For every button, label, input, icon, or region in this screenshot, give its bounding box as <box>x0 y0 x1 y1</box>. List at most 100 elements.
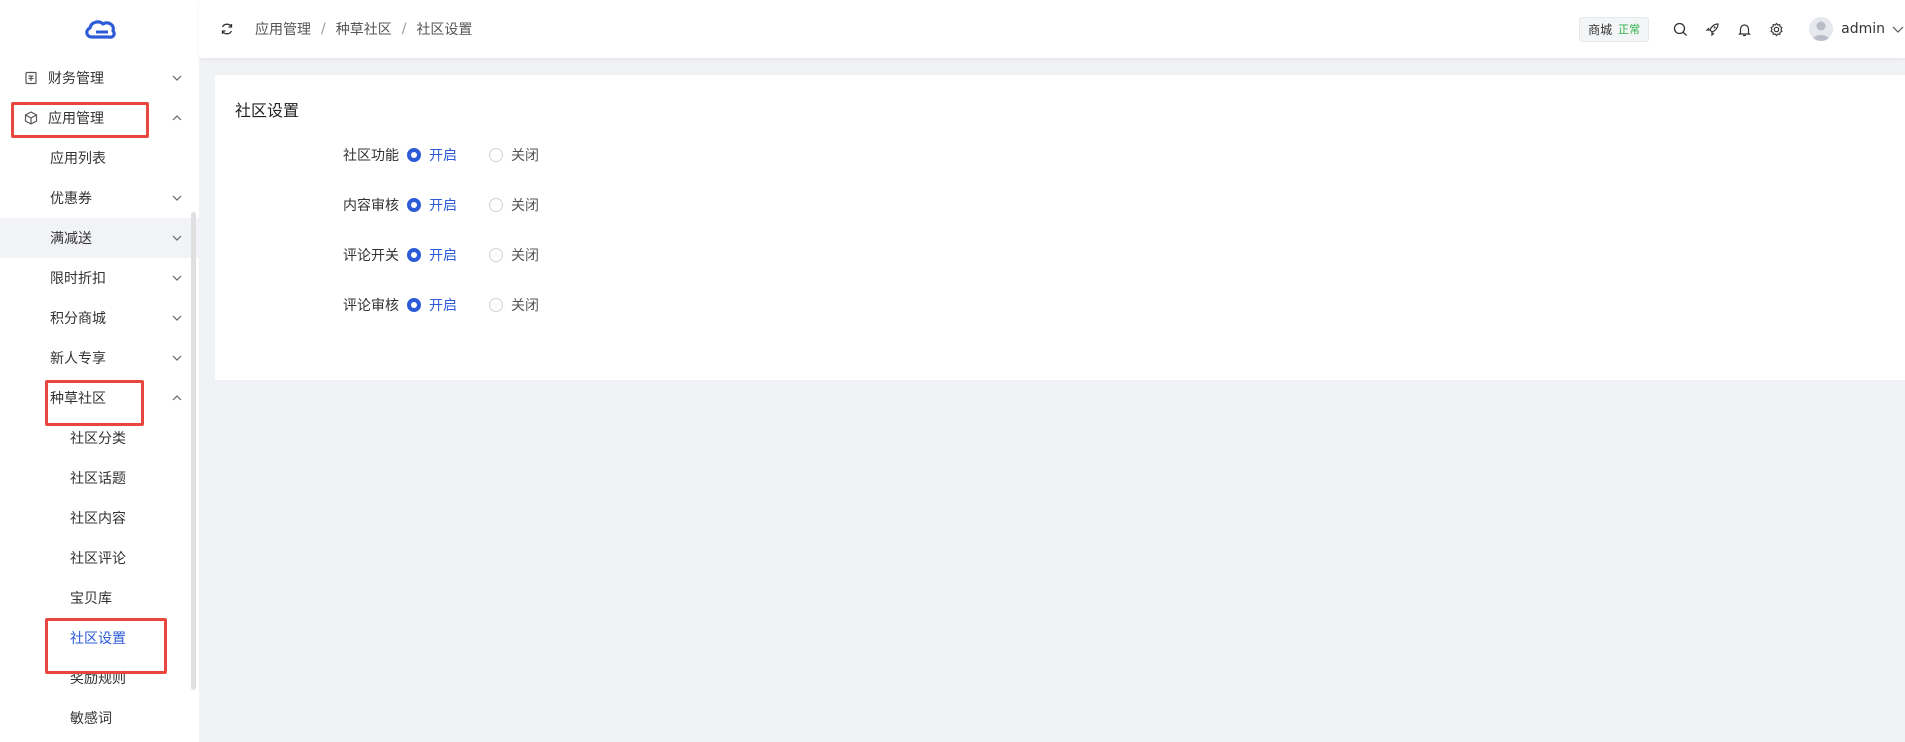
radio-label: 开启 <box>429 298 457 314</box>
setting-label: 评论审核 <box>343 298 399 314</box>
radio-label: 关闭 <box>511 248 539 264</box>
sidebar-item-full-reduction[interactable]: 满减送 <box>0 218 199 258</box>
setting-row-community-feature: 社区功能 开启 关闭 <box>215 145 539 165</box>
setting-row-comment-review: 评论审核 开启 关闭 <box>215 295 539 315</box>
sidebar-item-label: 限时折扣 <box>50 271 106 287</box>
search-icon[interactable] <box>1671 20 1689 38</box>
radio-on[interactable]: 开启 <box>407 145 457 165</box>
sidebar-item-label: 社区内容 <box>70 511 126 527</box>
breadcrumb-item: 社区设置 <box>416 22 473 38</box>
chevron-up-icon <box>171 112 183 124</box>
chevron-down-icon <box>171 72 183 84</box>
radio-circle <box>489 148 503 162</box>
chevron-down-icon <box>171 312 183 324</box>
sidebar-item-label: 宝贝库 <box>70 591 112 607</box>
sidebar-item-product-library[interactable]: 宝贝库 <box>0 578 199 618</box>
chevron-down-icon <box>171 192 183 204</box>
cube-icon <box>22 109 40 127</box>
radio-circle <box>407 148 421 162</box>
sidebar-item-label: 应用列表 <box>50 151 106 167</box>
sidebar-item-label: 社区话题 <box>70 471 126 487</box>
logo[interactable] <box>0 0 199 58</box>
sidebar-item-app-list[interactable]: 应用列表 <box>0 138 199 178</box>
radio-off[interactable]: 关闭 <box>489 295 539 315</box>
setting-label: 社区功能 <box>343 148 399 164</box>
breadcrumb-separator: / <box>401 21 407 37</box>
shop-status-badge[interactable]: 商城 正常 <box>1579 16 1650 42</box>
sidebar-item-community-settings[interactable]: 社区设置 <box>0 618 199 658</box>
sidebar-item-label: 优惠券 <box>50 191 92 207</box>
bell-icon[interactable] <box>1735 20 1753 38</box>
sidebar-item-label: 种草社区 <box>50 391 106 407</box>
sidebar-item-community-content[interactable]: 社区内容 <box>0 498 199 538</box>
sidebar-item-label: 社区分类 <box>70 431 126 447</box>
sidebar-item-label: 新人专享 <box>50 351 106 367</box>
radio-on[interactable]: 开启 <box>407 295 457 315</box>
radio-label: 关闭 <box>511 198 539 214</box>
radio-circle <box>489 198 503 212</box>
sidebar-item-points-mall[interactable]: 积分商城 <box>0 298 199 338</box>
sidebar-item-coupons[interactable]: 优惠券 <box>0 178 199 218</box>
chevron-down-icon <box>171 272 183 284</box>
radio-off[interactable]: 关闭 <box>489 195 539 215</box>
shop-label: 商城 <box>1588 22 1613 37</box>
breadcrumb: 应用管理 / 种草社区 / 社区设置 <box>255 19 472 39</box>
radio-circle <box>407 248 421 262</box>
sidebar-item-label: 财务管理 <box>48 71 104 87</box>
sidebar-item-label: 社区评论 <box>70 551 126 567</box>
breadcrumb-item[interactable]: 应用管理 <box>255 19 311 39</box>
chevron-down-icon <box>171 352 183 364</box>
rocket-icon[interactable] <box>1703 20 1721 38</box>
topbar-actions: 商城 正常 admin <box>1579 0 1905 58</box>
radio-label: 开启 <box>429 248 457 264</box>
radio-label: 关闭 <box>511 148 539 164</box>
sidebar-item-community-comment[interactable]: 社区评论 <box>0 538 199 578</box>
sidebar: 财务管理 应用管理 应用列表 优惠券 满减送 限时折扣 积分商城 新人专享 种草… <box>0 0 199 742</box>
sidebar-item-reward-rules[interactable]: 奖励规则 <box>0 658 199 698</box>
username[interactable]: admin <box>1841 21 1885 37</box>
sidebar-item-community-category[interactable]: 社区分类 <box>0 418 199 458</box>
sidebar-item-app-management[interactable]: 应用管理 <box>0 98 199 138</box>
setting-label: 评论开关 <box>343 248 399 264</box>
sidebar-item-label: 敏感词 <box>70 711 112 727</box>
sidebar-item-finance[interactable]: 财务管理 <box>0 58 199 98</box>
chevron-down-icon[interactable] <box>1891 22 1905 36</box>
cloud-logo-icon <box>84 20 116 39</box>
chevron-down-icon <box>171 232 183 244</box>
sidebar-item-label: 社区设置 <box>70 631 126 647</box>
sidebar-item-label: 满减送 <box>50 231 92 247</box>
avatar[interactable] <box>1809 17 1834 41</box>
sidebar-item-community-topic[interactable]: 社区话题 <box>0 458 199 498</box>
gear-icon[interactable] <box>1767 20 1785 38</box>
sidebar-item-flash-discount[interactable]: 限时折扣 <box>0 258 199 298</box>
sidebar-item-sensitive-words[interactable]: 敏感词 <box>0 698 199 738</box>
radio-label: 开启 <box>429 148 457 164</box>
sidebar-item-new-user[interactable]: 新人专享 <box>0 338 199 378</box>
shop-status: 正常 <box>1618 23 1641 36</box>
radio-on[interactable]: 开启 <box>407 245 457 265</box>
radio-label: 关闭 <box>511 298 539 314</box>
sidebar-scrollbar[interactable] <box>191 212 196 690</box>
radio-off[interactable]: 关闭 <box>489 145 539 165</box>
settings-panel: 社区设置 社区功能 开启 关闭 内容审核 开启 关闭 评论开关 开启 关闭 评论… <box>215 75 1905 380</box>
sidebar-menu: 财务管理 应用管理 应用列表 优惠券 满减送 限时折扣 积分商城 新人专享 种草… <box>0 58 199 738</box>
breadcrumb-separator: / <box>321 21 326 37</box>
sidebar-item-label: 奖励规则 <box>70 671 126 687</box>
radio-on[interactable]: 开启 <box>407 195 457 215</box>
top-bar: 应用管理 / 种草社区 / 社区设置 商城 正常 admin <box>199 0 1905 58</box>
setting-label: 内容审核 <box>343 198 399 214</box>
radio-circle <box>407 298 421 312</box>
radio-circle <box>489 248 503 262</box>
page-title: 社区设置 <box>235 101 300 120</box>
setting-row-comment-switch: 评论开关 开启 关闭 <box>215 245 539 265</box>
sidebar-item-label: 积分商城 <box>50 311 106 327</box>
breadcrumb-item[interactable]: 种草社区 <box>336 19 392 39</box>
radio-off[interactable]: 关闭 <box>489 245 539 265</box>
radio-circle <box>407 198 421 212</box>
sidebar-item-label: 应用管理 <box>48 111 104 127</box>
chevron-up-icon <box>171 392 183 404</box>
refresh-icon[interactable] <box>219 21 235 37</box>
sidebar-item-community[interactable]: 种草社区 <box>0 378 199 418</box>
radio-circle <box>489 298 503 312</box>
user-avatar-icon <box>1812 21 1831 41</box>
